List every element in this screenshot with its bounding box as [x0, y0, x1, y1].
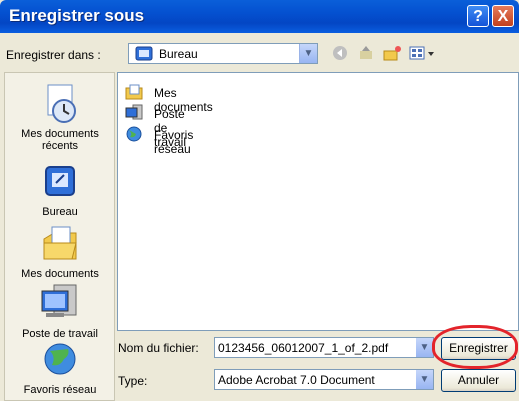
desktop-icon [135, 45, 153, 66]
file-list[interactable]: Mes documents Poste de travail Favoris r… [117, 72, 519, 331]
recent-documents-icon [5, 83, 115, 128]
place-label: Poste de travail [22, 328, 98, 340]
filename-input[interactable]: 0123456_06012007_1_of_2.pdf ▼ [214, 337, 434, 358]
chevron-down-icon[interactable]: ▼ [299, 44, 317, 63]
filetype-label: Type: [118, 374, 148, 388]
place-label: Mes documents [21, 268, 99, 280]
highlight-annotation [432, 325, 518, 369]
filetype-value: Adobe Acrobat 7.0 Document [218, 373, 375, 387]
desktop-icon [5, 163, 115, 206]
views-menu-icon[interactable] [408, 44, 436, 64]
place-desktop[interactable]: Bureau [5, 163, 115, 218]
help-button[interactable]: ? [467, 5, 489, 27]
new-folder-icon[interactable] [382, 44, 402, 64]
place-label: Favoris réseau [23, 384, 97, 396]
filename-label: Nom du fichier: [118, 341, 199, 355]
location-value: Bureau [159, 47, 198, 61]
place-my-computer[interactable]: Poste de travail [5, 281, 115, 340]
up-folder-icon[interactable] [356, 44, 376, 64]
place-recent-documents[interactable]: Mes documents récents [5, 83, 115, 152]
filetype-select[interactable]: Adobe Acrobat 7.0 Document ▼ [214, 369, 434, 390]
my-computer-icon [124, 104, 144, 125]
filename-value: 0123456_06012007_1_of_2.pdf [218, 341, 389, 355]
title-bar[interactable]: Enregistrer sous ? X [0, 0, 519, 33]
chevron-down-icon[interactable]: ▼ [416, 370, 433, 389]
place-label: Mes documents récents [21, 128, 99, 152]
network-places-icon [124, 125, 144, 146]
close-button[interactable]: X [492, 5, 514, 27]
my-computer-icon [5, 281, 115, 328]
location-dropdown[interactable]: Bureau ▼ [128, 43, 318, 64]
place-network[interactable]: Favoris réseau [5, 341, 115, 396]
place-label: Bureau [42, 206, 78, 218]
network-places-icon [5, 341, 115, 384]
cancel-button[interactable]: Annuler [441, 369, 516, 392]
list-item-label: Favoris réseau [154, 128, 194, 156]
my-documents-icon [124, 83, 144, 104]
back-icon[interactable] [330, 44, 350, 64]
save-in-label: Enregistrer dans : [6, 48, 101, 62]
place-my-documents[interactable]: Mes documents [5, 223, 115, 280]
places-bar: Mes documents récents Bureau Mes documen… [4, 72, 115, 401]
chevron-down-icon[interactable]: ▼ [416, 338, 433, 357]
my-documents-icon [5, 223, 115, 268]
window-title: Enregistrer sous [9, 6, 145, 25]
